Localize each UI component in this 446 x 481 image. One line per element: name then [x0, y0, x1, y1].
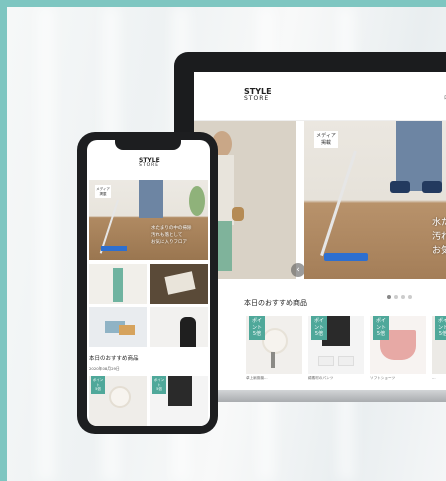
product-card[interactable]: ポイント 5倍	[246, 316, 302, 374]
hero-caption: 水た 汚れ お気	[432, 218, 446, 256]
section-title: 本日のおすすめ商品	[244, 299, 307, 307]
point-badge: ポイント 5倍	[249, 316, 265, 340]
point-badge: ポイント 5倍	[152, 376, 166, 394]
section-title: 本日のおすすめ商品	[89, 356, 139, 362]
product-card[interactable]: ポイント 5倍	[308, 316, 364, 374]
product-caption[interactable]: ソフトショーツ	[370, 376, 426, 381]
laptop-screen: STYLE STORE ログ ‹ メディア 掲載 水た 汚れ お気 本日のおすす…	[194, 72, 446, 390]
carousel-dots[interactable]	[387, 284, 415, 303]
logo-line2: STORE	[139, 163, 160, 168]
product-card[interactable]: ポイント 5倍	[370, 316, 426, 374]
media-badge: メディア 掲載	[95, 185, 111, 199]
hero-slide[interactable]: メディア 掲載 水た 汚れ お気	[304, 121, 446, 279]
phone-notch	[115, 138, 181, 150]
phone-tile[interactable]	[150, 307, 208, 347]
point-badge: ポイント 5倍	[435, 316, 446, 340]
phone-tile[interactable]	[89, 307, 147, 347]
phone-tile[interactable]	[150, 264, 208, 304]
phone-screen: STYLE STORE メディア 掲載 水たまりの中の掃除 汚れも落として お気…	[87, 140, 210, 426]
date-label: 2020年08月29日	[89, 366, 120, 371]
point-badge: ポイント 5倍	[373, 316, 389, 340]
logo-line2: STORE	[244, 95, 270, 102]
phone-tile[interactable]	[89, 264, 147, 304]
product-caption[interactable]: …	[432, 376, 446, 380]
product-caption[interactable]: 卓上扇風機…	[246, 376, 302, 381]
product-card[interactable]: ポイント 5倍	[150, 376, 208, 426]
hero-caption: 水たまりの中の掃除 汚れも落として お気に入りフロア	[151, 226, 192, 245]
carousel-prev-button[interactable]: ‹	[291, 263, 305, 277]
product-caption[interactable]: 綿素材のパンツ	[308, 376, 364, 381]
phone-hero[interactable]: メディア 掲載 水たまりの中の掃除 汚れも落として お気に入りフロア	[89, 180, 208, 260]
product-card[interactable]: ポイント 5倍	[89, 376, 147, 426]
site-logo[interactable]: STYLE STORE	[244, 88, 272, 102]
point-badge: ポイント 5倍	[91, 376, 105, 394]
site-logo[interactable]: STYLE STORE	[139, 158, 160, 169]
site-header: STYLE STORE ログ	[194, 72, 446, 121]
point-badge: ポイント 5倍	[311, 316, 327, 340]
media-badge: メディア 掲載	[314, 131, 338, 148]
product-card[interactable]: ポイント 5倍	[432, 316, 446, 374]
